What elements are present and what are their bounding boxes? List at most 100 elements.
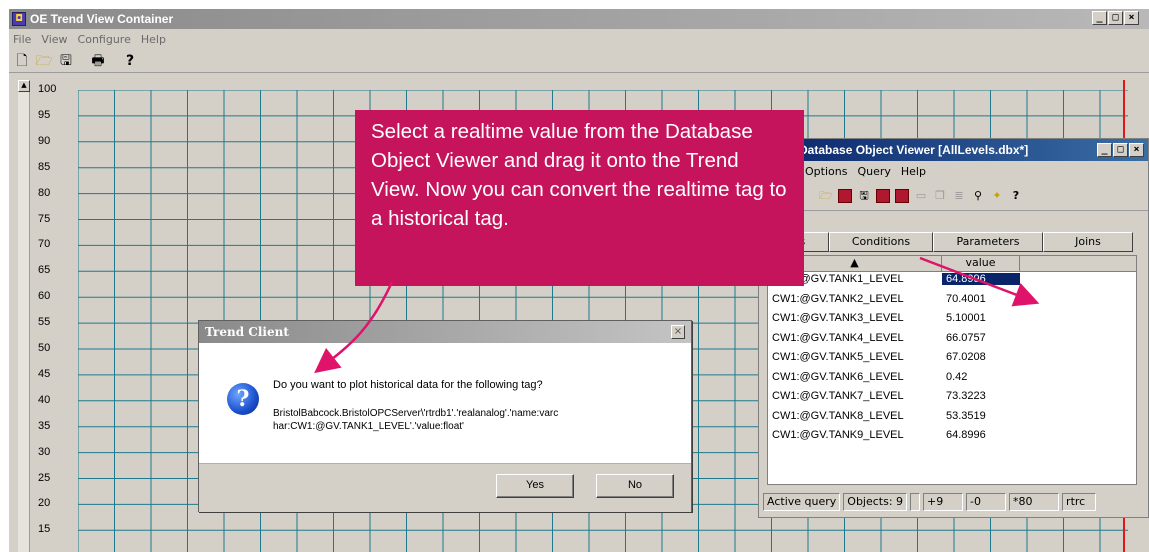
row-tag: CW1:@GV.TANK6_LEVEL (772, 370, 904, 383)
scroll-up-button[interactable]: ▲ (18, 80, 30, 92)
new-file-icon[interactable]: 🗋 (13, 52, 31, 70)
app-icon: ◘ (12, 12, 26, 26)
row-value[interactable]: 64.8996 (942, 273, 1020, 285)
status-added: +9 (923, 493, 964, 511)
table-row[interactable]: CW1:@GV.TANK3_LEVEL 5.10001 (768, 312, 1136, 329)
find-icon[interactable]: ⚲ (971, 189, 985, 203)
help-icon[interactable]: ? (1009, 189, 1023, 203)
dbov-toolbar: 🗁 🖫 ▭ ❐ ≣ ⚲ ✦ ? (759, 181, 1148, 211)
tab-conditions[interactable]: Conditions (829, 232, 933, 252)
dbov-menu-query[interactable]: Query (857, 165, 890, 178)
dbov-title: Database Object Viewer [AllLevels.dbx*] (799, 143, 1029, 157)
dbov-titlebar[interactable]: Database Object Viewer [AllLevels.dbx*] (759, 139, 1148, 161)
folder-icon[interactable]: ▭ (914, 189, 928, 203)
list-icon[interactable]: ≣ (952, 189, 966, 203)
y-tick-label: 55 (38, 316, 51, 329)
row-value[interactable]: 0.42 (946, 371, 1020, 383)
dbov-window-controls: _ □ × (1097, 143, 1144, 157)
main-window-controls: _ □ × (1092, 11, 1139, 25)
trend-client-dialog: Trend Client × ? Do you want to plot his… (198, 320, 692, 512)
dialog-tag-line1: BristolBabcock.BristolOPCServer\'rtrdb1'… (273, 408, 559, 419)
list-header: ▲ value (768, 256, 1136, 272)
dbov-close-button[interactable]: × (1129, 143, 1144, 157)
dbov-menubar: Options Query Help (759, 161, 1148, 181)
dialog-close-button[interactable]: × (671, 325, 685, 339)
table-row[interactable]: CW1:@GV.TANK4_LEVEL 66.0757 (768, 332, 1136, 349)
menu-configure[interactable]: Configure (78, 33, 131, 46)
row-value[interactable]: 73.3223 (946, 390, 1020, 402)
y-tick-label: 50 (38, 342, 51, 354)
table-row[interactable]: CW1:@GV.TANK1_LEVEL 64.8996 (768, 273, 1136, 290)
row-tag: CW1:@GV.TANK9_LEVEL (772, 429, 904, 441)
red-db-icon[interactable] (838, 188, 852, 203)
row-value[interactable]: 66.0757 (946, 332, 1020, 344)
tab-parameters[interactable]: Parameters (933, 232, 1043, 252)
dialog-footer: Yes No (199, 463, 691, 512)
no-button[interactable]: No (596, 474, 674, 498)
y-tick-label: 45 (38, 367, 51, 380)
dbov-menu-help[interactable]: Help (901, 165, 926, 178)
print-icon[interactable]: 🖶 (89, 52, 107, 70)
y-tick-label: 100 (38, 83, 57, 95)
question-icon: ? (227, 383, 259, 415)
save-icon[interactable]: 🖫 (857, 189, 871, 203)
menu-help[interactable]: Help (141, 33, 166, 46)
y-tick-label: 30 (38, 445, 51, 458)
table-row[interactable]: CW1:@GV.TANK9_LEVEL 64.8996 (768, 429, 1136, 446)
dialog-titlebar[interactable]: Trend Client (199, 321, 691, 343)
help-icon[interactable]: ? (121, 52, 139, 70)
dbov-statusbar: Active query Objects: 9 +9 -0 *80 rtrc (763, 493, 1097, 513)
instruction-callout: Select a realtime value from the Databas… (355, 110, 804, 286)
table-row[interactable]: CW1:@GV.TANK7_LEVEL 73.3223 (768, 390, 1136, 407)
dbov-menu-options[interactable]: Options (805, 165, 847, 178)
status-db: rtrc (1062, 493, 1097, 511)
menu-view[interactable]: View (41, 33, 67, 46)
row-value[interactable]: 64.8996 (946, 429, 1020, 441)
row-value[interactable]: 70.4001 (946, 293, 1020, 305)
dbov-tabs: bles Conditions Parameters Joins (759, 232, 1149, 252)
tab-joins[interactable]: Joins (1043, 232, 1133, 252)
minimize-button[interactable]: _ (1092, 11, 1107, 25)
row-value[interactable]: 67.0208 (946, 351, 1020, 363)
open-folder-icon[interactable]: 🗁 (35, 52, 53, 70)
menu-file[interactable]: File (13, 33, 31, 46)
main-titlebar[interactable]: ◘ OE Trend View Container _ □ × (9, 9, 1149, 29)
row-tag: CW1:@GV.TANK7_LEVEL (772, 390, 904, 402)
table-row[interactable]: CW1:@GV.TANK6_LEVEL 0.42 (768, 371, 1136, 388)
y-tick-label: 65 (38, 264, 51, 277)
row-value[interactable]: 53.3519 (946, 410, 1020, 422)
y-tick-label: 15 (38, 523, 51, 536)
y-tick-label: 80 (38, 186, 51, 199)
status-active-query: Active query (763, 493, 841, 511)
y-tick-label: 95 (38, 108, 51, 121)
open-folder-icon[interactable]: 🗁 (819, 189, 833, 203)
close-button[interactable]: × (1124, 11, 1139, 25)
row-tag: CW1:@GV.TANK4_LEVEL (772, 331, 904, 344)
wand-icon[interactable]: ✦ (990, 189, 1004, 203)
row-tag: CW1:@GV.TANK5_LEVEL (772, 351, 904, 363)
dbov-minimize-button[interactable]: _ (1097, 143, 1112, 157)
row-value[interactable]: 5.10001 (946, 312, 1020, 324)
dialog-title: Trend Client (205, 325, 289, 339)
table-row[interactable]: CW1:@GV.TANK2_LEVEL 70.4001 (768, 293, 1136, 310)
dbov-maximize-button[interactable]: □ (1113, 143, 1128, 157)
database-object-viewer-window: Database Object Viewer [AllLevels.dbx*] … (758, 138, 1149, 518)
red-db-icon[interactable] (876, 188, 890, 203)
table-row[interactable]: CW1:@GV.TANK8_LEVEL 53.3519 (768, 410, 1136, 427)
status-changed: *80 (1009, 493, 1060, 511)
y-tick-label: 25 (38, 471, 51, 484)
status-removed: -0 (966, 493, 1007, 511)
row-tag: CW1:@GV.TANK8_LEVEL (772, 409, 904, 422)
vertical-scrollbar[interactable]: ▲ (18, 80, 30, 552)
main-window-title: OE Trend View Container (30, 12, 174, 26)
dialog-tag-text: BristolBabcock.BristolOPCServer\'rtrdb1'… (273, 407, 673, 433)
column-header-value[interactable]: value (942, 256, 1020, 272)
yes-button[interactable]: Yes (496, 474, 574, 498)
save-icon[interactable]: 🖫 (57, 52, 75, 70)
y-tick-label: 40 (38, 393, 51, 406)
red-db-icon[interactable] (895, 188, 909, 203)
maximize-button[interactable]: □ (1108, 11, 1123, 25)
table-row[interactable]: CW1:@GV.TANK5_LEVEL 67.0208 (768, 351, 1136, 368)
query-results-list[interactable]: ▲ value CW1:@GV.TANK1_LEVEL 64.8996 CW1:@G… (767, 255, 1137, 485)
copy-icon[interactable]: ❐ (933, 189, 947, 203)
